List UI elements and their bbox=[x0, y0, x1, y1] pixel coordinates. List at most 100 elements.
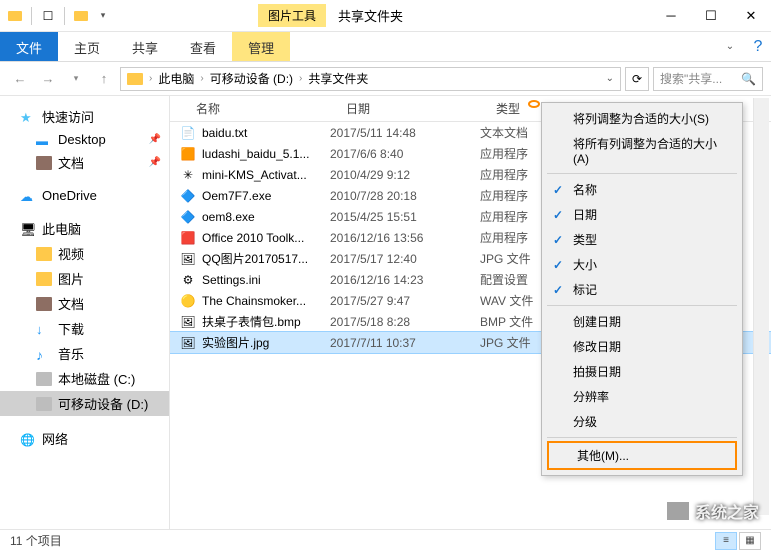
chevron-right-icon[interactable]: › bbox=[200, 73, 203, 84]
contextual-tab[interactable]: 图片工具 bbox=[258, 4, 326, 27]
file-icon: ✳ bbox=[180, 167, 196, 183]
folder-icon[interactable] bbox=[6, 7, 24, 25]
menu-col-type[interactable]: 类型 bbox=[545, 227, 739, 252]
refresh-button[interactable]: ⟳ bbox=[625, 67, 649, 91]
menu-col-size[interactable]: 大小 bbox=[545, 252, 739, 277]
folder-icon bbox=[36, 272, 52, 286]
pin-icon: 📌 bbox=[149, 134, 161, 145]
new-folder-icon[interactable] bbox=[72, 7, 90, 25]
view-details-button[interactable]: ≡ bbox=[715, 532, 737, 550]
tab-manage[interactable]: 管理 bbox=[232, 32, 290, 61]
sidebar-item-label: 此电脑 bbox=[42, 219, 81, 238]
file-icon: 🖼 bbox=[180, 335, 196, 351]
file-date: 2016/12/16 14:23 bbox=[330, 273, 480, 287]
file-name: QQ图片20170517... bbox=[202, 250, 330, 267]
sidebar-item-documents[interactable]: 文档📌 bbox=[0, 150, 169, 175]
column-name[interactable]: 名称 bbox=[186, 100, 336, 117]
menu-col-modified[interactable]: 修改日期 bbox=[545, 334, 739, 359]
highlight-marker bbox=[528, 100, 540, 108]
help-icon[interactable]: ? bbox=[745, 32, 771, 61]
view-icons-button[interactable]: ▦ bbox=[739, 532, 761, 550]
menu-col-name[interactable]: 名称 bbox=[545, 177, 739, 202]
file-date: 2015/4/25 15:51 bbox=[330, 210, 480, 224]
customize-qa-icon[interactable]: ▾ bbox=[94, 7, 112, 25]
menu-fit-column[interactable]: 将列调整为合适的大小(S) bbox=[545, 106, 739, 131]
documents-icon bbox=[36, 156, 52, 170]
sidebar-item-downloads[interactable]: 下载 bbox=[0, 316, 169, 341]
tab-share[interactable]: 共享 bbox=[116, 32, 174, 61]
status-bar: 11 个项目 ≡ ▦ bbox=[0, 529, 771, 551]
chevron-right-icon[interactable]: › bbox=[149, 73, 152, 84]
nav-forward-button[interactable]: → bbox=[36, 67, 60, 91]
column-date[interactable]: 日期 bbox=[336, 100, 486, 117]
file-date: 2017/5/11 14:48 bbox=[330, 126, 480, 140]
breadcrumb[interactable]: › 此电脑 › 可移动设备 (D:) › 共享文件夹 ⌄ bbox=[120, 67, 621, 91]
sidebar-item-desktop[interactable]: Desktop📌 bbox=[0, 129, 169, 150]
breadcrumb-seg[interactable]: 共享文件夹 bbox=[304, 70, 372, 87]
file-icon: 🖼 bbox=[180, 251, 196, 267]
search-placeholder: 搜索"共享... bbox=[660, 70, 722, 87]
sidebar-item-network[interactable]: 网络 bbox=[0, 426, 169, 451]
menu-col-taken[interactable]: 拍摄日期 bbox=[545, 359, 739, 384]
nav-up-button[interactable]: ↑ bbox=[92, 67, 116, 91]
disk-icon bbox=[36, 397, 52, 411]
menu-col-resolution[interactable]: 分辨率 bbox=[545, 384, 739, 409]
menu-col-created[interactable]: 创建日期 bbox=[545, 309, 739, 334]
tab-home[interactable]: 主页 bbox=[58, 32, 116, 61]
maximize-button[interactable]: ☐ bbox=[691, 1, 731, 31]
sidebar-item-quickaccess[interactable]: 快速访问 bbox=[0, 104, 169, 129]
pc-icon bbox=[20, 222, 36, 236]
sidebar-item-label: OneDrive bbox=[42, 188, 97, 203]
vertical-scrollbar[interactable] bbox=[753, 98, 769, 515]
menu-col-tags[interactable]: 标记 bbox=[545, 277, 739, 302]
address-dropdown-icon[interactable]: ⌄ bbox=[606, 73, 614, 84]
sidebar-item-label: 网络 bbox=[42, 429, 68, 448]
download-icon bbox=[36, 322, 52, 336]
menu-other[interactable]: 其他(M)... bbox=[547, 441, 737, 470]
sidebar-item-videos[interactable]: 视频 bbox=[0, 241, 169, 266]
file-name: Settings.ini bbox=[202, 273, 330, 287]
sidebar-item-music[interactable]: 音乐 bbox=[0, 341, 169, 366]
file-icon: 🟡 bbox=[180, 293, 196, 309]
properties-icon[interactable]: ☐ bbox=[39, 7, 57, 25]
minimize-button[interactable]: ─ bbox=[651, 1, 691, 31]
file-icon: 🖼 bbox=[180, 314, 196, 330]
sidebar-item-onedrive[interactable]: OneDrive bbox=[0, 185, 169, 206]
nav-recent-icon[interactable]: ▾ bbox=[64, 67, 88, 91]
sidebar-item-diskc[interactable]: 本地磁盘 (C:) bbox=[0, 366, 169, 391]
sidebar-item-diskd[interactable]: 可移动设备 (D:) bbox=[0, 391, 169, 416]
column-context-menu: 将列调整为合适的大小(S) 将所有列调整为合适的大小(A) 名称 日期 类型 大… bbox=[541, 102, 743, 476]
folder-icon bbox=[36, 247, 52, 261]
sidebar-item-thispc[interactable]: 此电脑 bbox=[0, 216, 169, 241]
file-name: ludashi_baidu_5.1... bbox=[202, 147, 330, 161]
menu-col-rating[interactable]: 分级 bbox=[545, 409, 739, 434]
file-name: Oem7F7.exe bbox=[202, 189, 330, 203]
close-button[interactable]: ✕ bbox=[731, 1, 771, 31]
window-titlebar: ☐ ▾ 图片工具 共享文件夹 ─ ☐ ✕ bbox=[0, 0, 771, 32]
file-name: oem8.exe bbox=[202, 210, 330, 224]
sidebar-item-pictures[interactable]: 图片 bbox=[0, 266, 169, 291]
disk-icon bbox=[36, 372, 52, 386]
tab-file[interactable]: 文件 bbox=[0, 32, 58, 61]
file-date: 2010/7/28 20:18 bbox=[330, 189, 480, 203]
file-date: 2016/12/16 13:56 bbox=[330, 231, 480, 245]
search-input[interactable]: 搜索"共享... 🔍 bbox=[653, 67, 763, 91]
file-icon: 🟥 bbox=[180, 230, 196, 246]
chevron-right-icon[interactable]: › bbox=[299, 73, 302, 84]
file-date: 2017/5/27 9:47 bbox=[330, 294, 480, 308]
menu-col-date[interactable]: 日期 bbox=[545, 202, 739, 227]
breadcrumb-seg[interactable]: 此电脑 bbox=[154, 70, 198, 87]
file-icon: ⚙ bbox=[180, 272, 196, 288]
menu-fit-all[interactable]: 将所有列调整为合适的大小(A) bbox=[545, 131, 739, 170]
address-bar-row: ← → ▾ ↑ › 此电脑 › 可移动设备 (D:) › 共享文件夹 ⌄ ⟳ 搜… bbox=[0, 62, 771, 96]
sidebar-item-documents[interactable]: 文档 bbox=[0, 291, 169, 316]
file-icon: 📄 bbox=[180, 125, 196, 141]
nav-back-button[interactable]: ← bbox=[8, 67, 32, 91]
sidebar-item-label: 文档 bbox=[58, 294, 84, 313]
breadcrumb-seg[interactable]: 可移动设备 (D:) bbox=[206, 70, 297, 87]
sidebar-item-label: 下载 bbox=[58, 319, 84, 338]
expand-ribbon-icon[interactable]: ⌄ bbox=[715, 32, 745, 61]
file-date: 2017/6/6 8:40 bbox=[330, 147, 480, 161]
item-count: 11 个项目 bbox=[10, 532, 62, 549]
tab-view[interactable]: 查看 bbox=[174, 32, 232, 61]
